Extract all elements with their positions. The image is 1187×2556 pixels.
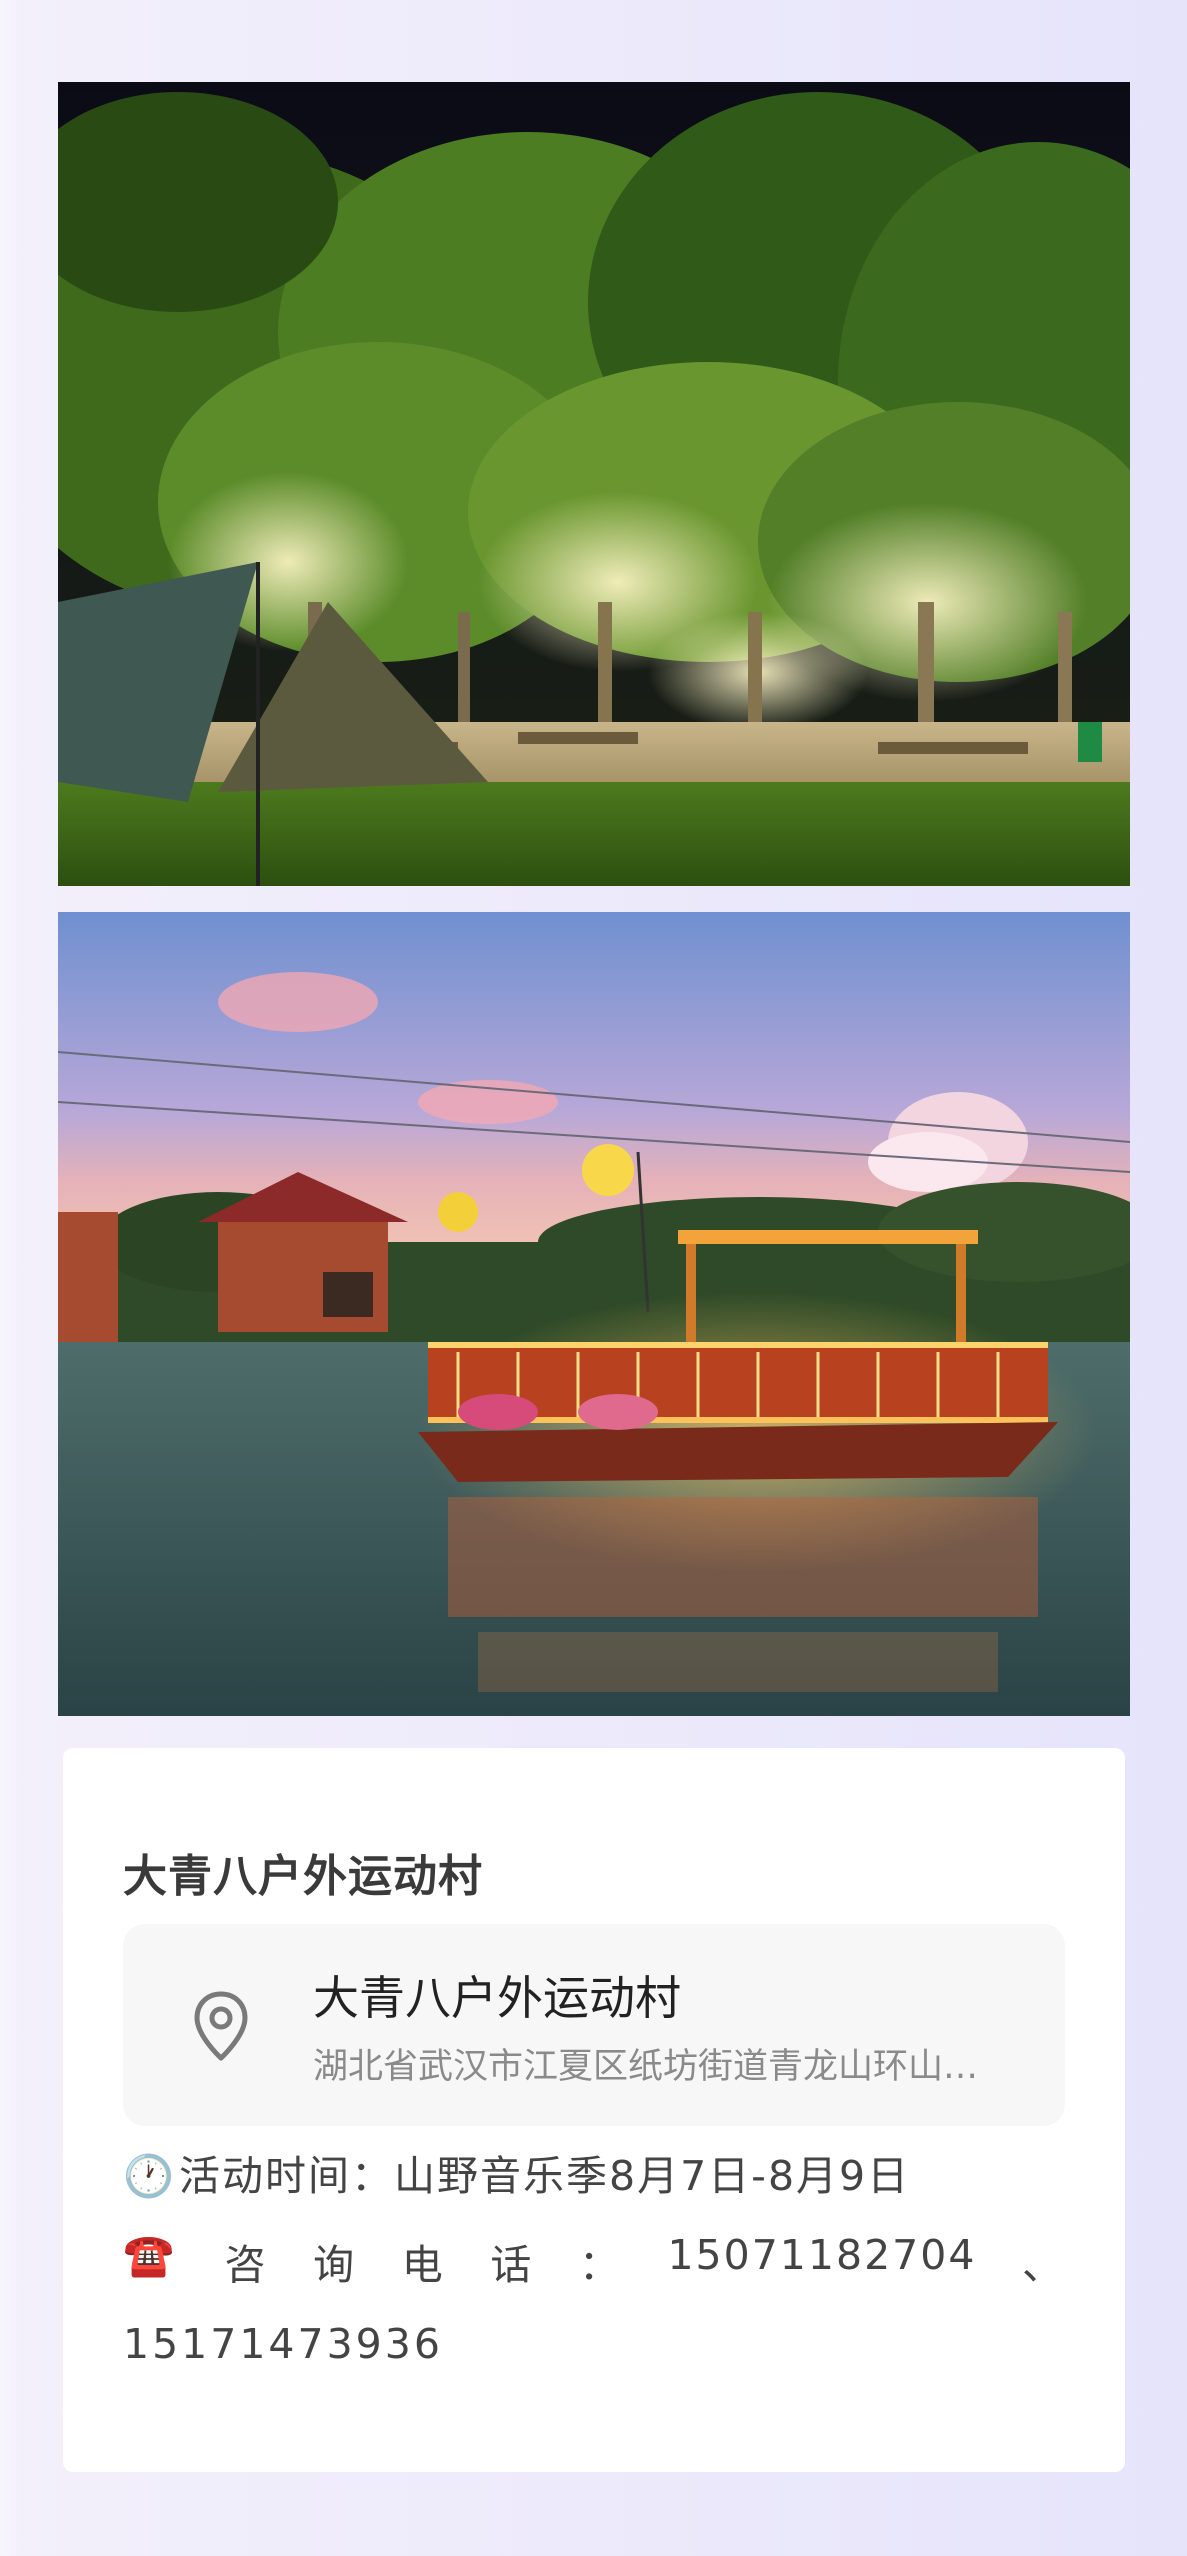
phone-number-2[interactable]: 15171473936 xyxy=(123,2320,1065,2368)
lake-boat-sunset-photo[interactable] xyxy=(58,912,1130,1716)
phone-label-char: ： xyxy=(578,2241,622,2289)
page: 大青八户外运动村 大青八户外运动村 湖北省武汉市江夏区纸坊街道青龙山环山… 🕐活… xyxy=(0,0,1187,2556)
activity-time-text: 活动时间：山野音乐季8月7日-8月9日 xyxy=(179,2152,911,2200)
phone-label-char: 咨 xyxy=(224,2241,268,2289)
campsite-night-photo[interactable] xyxy=(58,82,1130,886)
venue-info-card: 大青八户外运动村 大青八户外运动村 湖北省武汉市江夏区纸坊街道青龙山环山… 🕐活… xyxy=(63,1748,1125,2472)
consult-phone: ☎️ 咨 询 电 话 ： 15071182704 、 xyxy=(123,2231,1065,2291)
phone-label-char: 话 xyxy=(490,2241,534,2289)
map-pin-icon xyxy=(194,1991,248,2061)
phone-number-1[interactable]: 15071182704 xyxy=(667,2231,976,2291)
phone-separator: 、 xyxy=(1022,2241,1065,2289)
location-address: 湖北省武汉市江夏区纸坊街道青龙山环山… xyxy=(313,2047,979,2087)
activity-time: 🕐活动时间：山野音乐季8月7日-8月9日 xyxy=(123,2142,1065,2202)
location-name: 大青八户外运动村 xyxy=(313,1971,681,2025)
telephone-icon: ☎️ xyxy=(123,2231,177,2279)
lake-boat-image xyxy=(58,912,1130,1716)
phone-label-char: 电 xyxy=(401,2241,445,2289)
clock-icon: 🕐 xyxy=(123,2152,177,2200)
location-box[interactable]: 大青八户外运动村 湖北省武汉市江夏区纸坊街道青龙山环山… xyxy=(123,1924,1065,2126)
campsite-night-image xyxy=(58,82,1130,886)
left-shade xyxy=(0,0,20,2556)
phone-label-char: 询 xyxy=(313,2241,357,2289)
venue-title: 大青八户外运动村 xyxy=(123,1851,483,1902)
